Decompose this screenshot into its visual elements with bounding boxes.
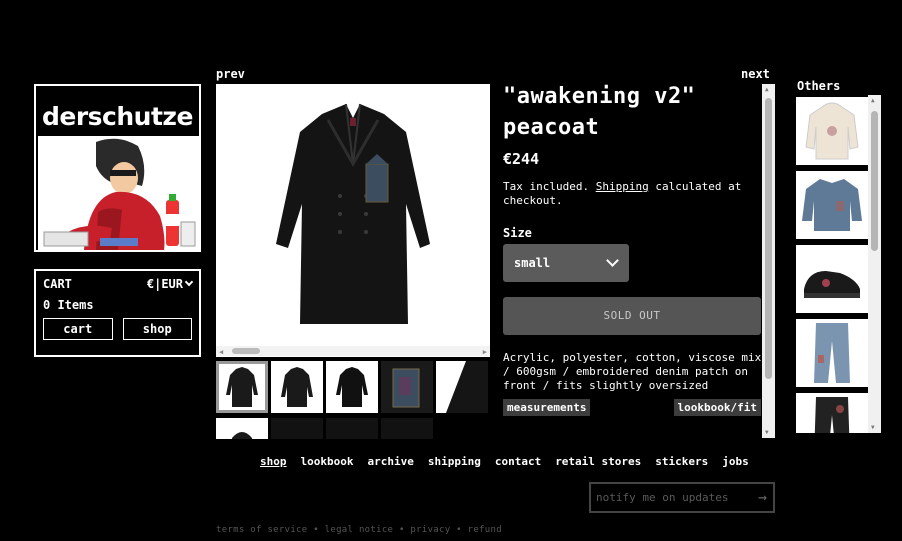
cart-button[interactable]: cart xyxy=(43,318,113,340)
arrow-right-icon[interactable]: → xyxy=(758,484,767,511)
coat-back-icon xyxy=(336,367,368,407)
shipping-link[interactable]: Shipping xyxy=(596,180,649,193)
notify-input[interactable]: notify me on updates → xyxy=(589,482,775,513)
footer-link-shop[interactable]: shop xyxy=(260,455,287,468)
next-link[interactable]: next xyxy=(741,67,770,81)
chevron-down-icon xyxy=(184,277,194,287)
scroll-down-icon[interactable]: ▼ xyxy=(765,429,769,436)
footer-link-retail-stores[interactable]: retail stores xyxy=(555,455,641,468)
product-info-panel: "awakening v2" peacoat €244 Tax included… xyxy=(503,84,765,438)
patch-detail-icon xyxy=(392,368,420,408)
notify-placeholder: notify me on updates xyxy=(596,491,729,504)
product-title: "awakening v2" peacoat xyxy=(503,84,696,140)
thumbnail-1[interactable] xyxy=(216,361,268,413)
lookbook-fit-button[interactable]: lookbook/fit xyxy=(673,399,761,416)
shoe-icon xyxy=(804,271,860,298)
thumbnail-9[interactable] xyxy=(381,418,433,439)
footer-link-jobs[interactable]: jobs xyxy=(722,455,749,468)
size-select[interactable]: small xyxy=(503,244,629,282)
coat-detail-icon xyxy=(446,361,488,413)
peacoat-image xyxy=(276,103,430,324)
info-vertical-scrollbar[interactable]: ▲ ▼ xyxy=(762,84,775,438)
brand-logo-box[interactable]: derschutze xyxy=(34,84,201,252)
other-product-1[interactable] xyxy=(796,97,868,165)
scrollbar-thumb[interactable] xyxy=(232,348,260,354)
thumbnail-5[interactable] xyxy=(436,361,488,413)
cart-panel: CART €|EUR 0 Items cart shop xyxy=(34,269,201,357)
shop-button[interactable]: shop xyxy=(122,318,192,340)
product-price: €244 xyxy=(503,150,540,168)
other-product-5[interactable] xyxy=(796,393,868,433)
tax-note-text: Tax included. xyxy=(503,180,596,193)
thumbnail-7[interactable] xyxy=(271,418,323,439)
tax-note: Tax included. Shipping calculated at che… xyxy=(503,180,765,208)
thumbnail-3[interactable] xyxy=(326,361,378,413)
scroll-left-icon[interactable]: ◀ xyxy=(219,348,223,356)
others-scrollbar[interactable]: ▲ ▼ xyxy=(868,95,881,433)
size-label: Size xyxy=(503,226,532,240)
sold-out-button[interactable]: SOLD OUT xyxy=(503,297,761,335)
scrollbar-thumb[interactable] xyxy=(871,111,878,251)
footer-nav: shop lookbook archive shipping contact r… xyxy=(260,455,749,468)
scroll-down-icon[interactable]: ▼ xyxy=(871,424,875,431)
scroll-up-icon[interactable]: ▲ xyxy=(765,86,769,93)
cart-item-count: 0 Items xyxy=(43,298,94,312)
scroll-right-icon[interactable]: ▶ xyxy=(483,348,487,356)
footer-link-contact[interactable]: contact xyxy=(495,455,541,468)
scroll-up-icon[interactable]: ▲ xyxy=(871,97,875,104)
coat-side-icon xyxy=(281,367,313,407)
measurements-button[interactable]: measurements xyxy=(503,399,591,416)
footer-link-archive[interactable]: archive xyxy=(367,455,413,468)
size-select-value: small xyxy=(514,256,551,270)
white-hoodie-icon xyxy=(805,102,859,160)
product-description: Acrylic, polyester, cotton, viscose mix … xyxy=(503,351,762,392)
currency-selector[interactable]: €|EUR xyxy=(146,277,194,291)
product-main-image[interactable] xyxy=(216,84,490,357)
dark-pants-icon xyxy=(814,397,850,433)
coat-front-icon xyxy=(226,367,258,407)
footer-link-stickers[interactable]: stickers xyxy=(655,455,708,468)
other-product-4[interactable] xyxy=(796,319,868,387)
other-product-3[interactable] xyxy=(796,245,868,313)
footer-link-lookbook[interactable]: lookbook xyxy=(301,455,354,468)
thumbnail-8[interactable] xyxy=(326,418,378,439)
scrollbar-thumb[interactable] xyxy=(765,98,772,379)
thumbnail-2[interactable] xyxy=(271,361,323,413)
thumbnail-6[interactable] xyxy=(216,418,268,439)
brand-mascot-illustration xyxy=(38,136,199,250)
footer-link-shipping[interactable]: shipping xyxy=(428,455,481,468)
denim-jacket-icon xyxy=(802,179,862,231)
brand-name: derschutze xyxy=(42,102,193,131)
thumbnail-4[interactable] xyxy=(381,361,433,413)
cart-title: CART xyxy=(43,277,72,291)
currency-label: €|EUR xyxy=(146,277,183,291)
legal-links[interactable]: terms of service • legal notice • privac… xyxy=(216,525,502,535)
others-label: Others xyxy=(797,79,841,93)
image-horizontal-scrollbar[interactable]: ◀ ▶ xyxy=(216,346,490,356)
other-product-2[interactable] xyxy=(796,171,868,239)
coat-collar-icon xyxy=(231,432,253,439)
chevron-down-icon xyxy=(606,254,619,267)
prev-link[interactable]: prev xyxy=(216,67,245,81)
thumbnail-strip xyxy=(216,361,490,439)
jeans-icon xyxy=(814,323,850,383)
